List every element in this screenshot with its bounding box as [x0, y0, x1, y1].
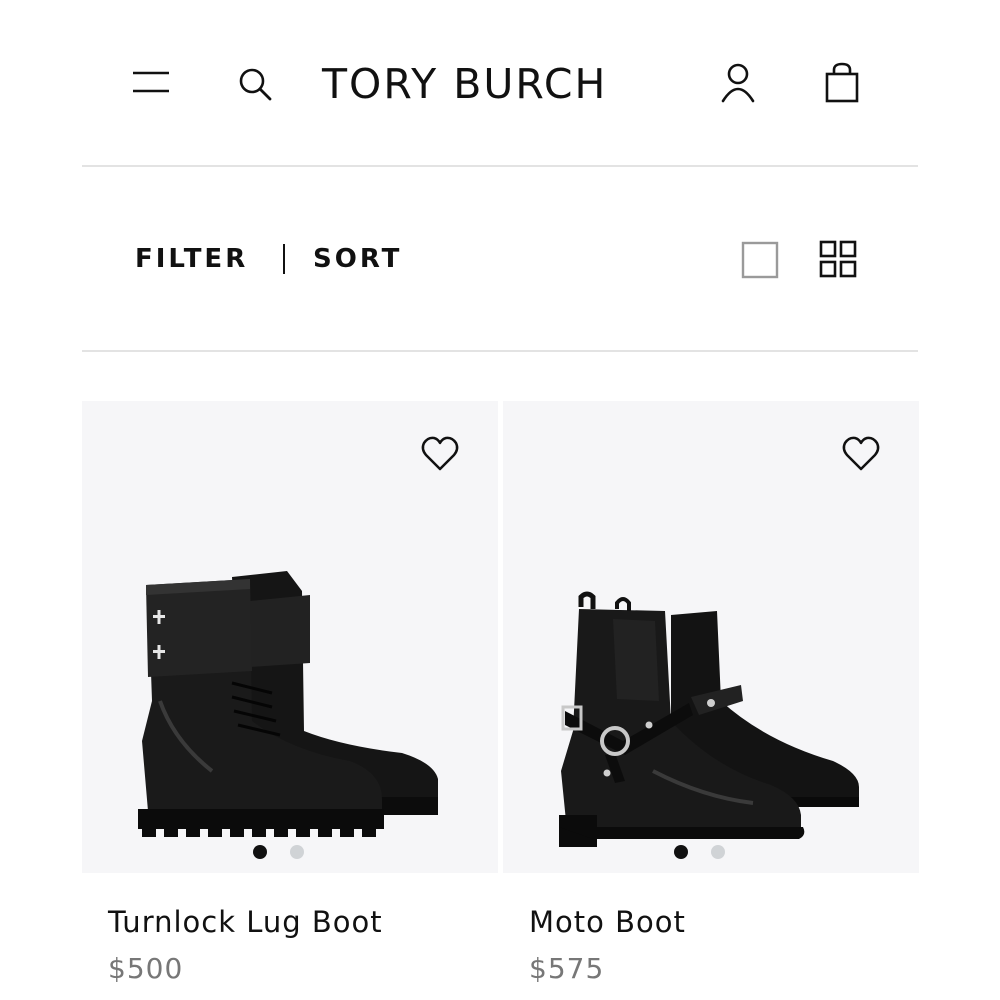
search-icon: [239, 68, 272, 101]
sort-button[interactable]: SORT: [313, 241, 402, 277]
carousel-dot-2[interactable]: [711, 845, 725, 859]
product-price: $500: [108, 952, 184, 985]
carousel-dot-1[interactable]: [674, 845, 688, 859]
header-divider: [82, 165, 918, 167]
shopping-bag-button[interactable]: [818, 58, 866, 106]
product-name[interactable]: Moto Boot: [529, 902, 686, 942]
wishlist-button-moto-boot[interactable]: [840, 433, 882, 475]
single-column-view-icon: [741, 241, 779, 279]
grid-view-icon: [819, 240, 857, 278]
account-button[interactable]: [716, 60, 760, 106]
menu-icon: [133, 71, 169, 93]
single-column-view-button[interactable]: [738, 238, 782, 282]
brand-logo[interactable]: TORY BURCH: [322, 56, 682, 112]
menu-button[interactable]: [128, 62, 174, 102]
heart-icon: [842, 436, 880, 471]
carousel-dot-2[interactable]: [290, 845, 304, 859]
wishlist-button-turnlock-lug-boot[interactable]: [419, 433, 461, 475]
toolbar-divider: [82, 350, 918, 352]
product-name[interactable]: Turnlock Lug Boot: [108, 902, 383, 942]
product-price: $575: [529, 952, 605, 985]
account-icon: [721, 63, 755, 103]
grid-view-button[interactable]: [815, 236, 861, 282]
search-button[interactable]: [232, 62, 278, 106]
filter-button[interactable]: FILTER: [135, 241, 248, 277]
shopping-bag-icon: [825, 62, 859, 103]
toolbar-separator: [283, 244, 285, 274]
heart-icon: [421, 436, 459, 471]
carousel-dot-1[interactable]: [253, 845, 267, 859]
